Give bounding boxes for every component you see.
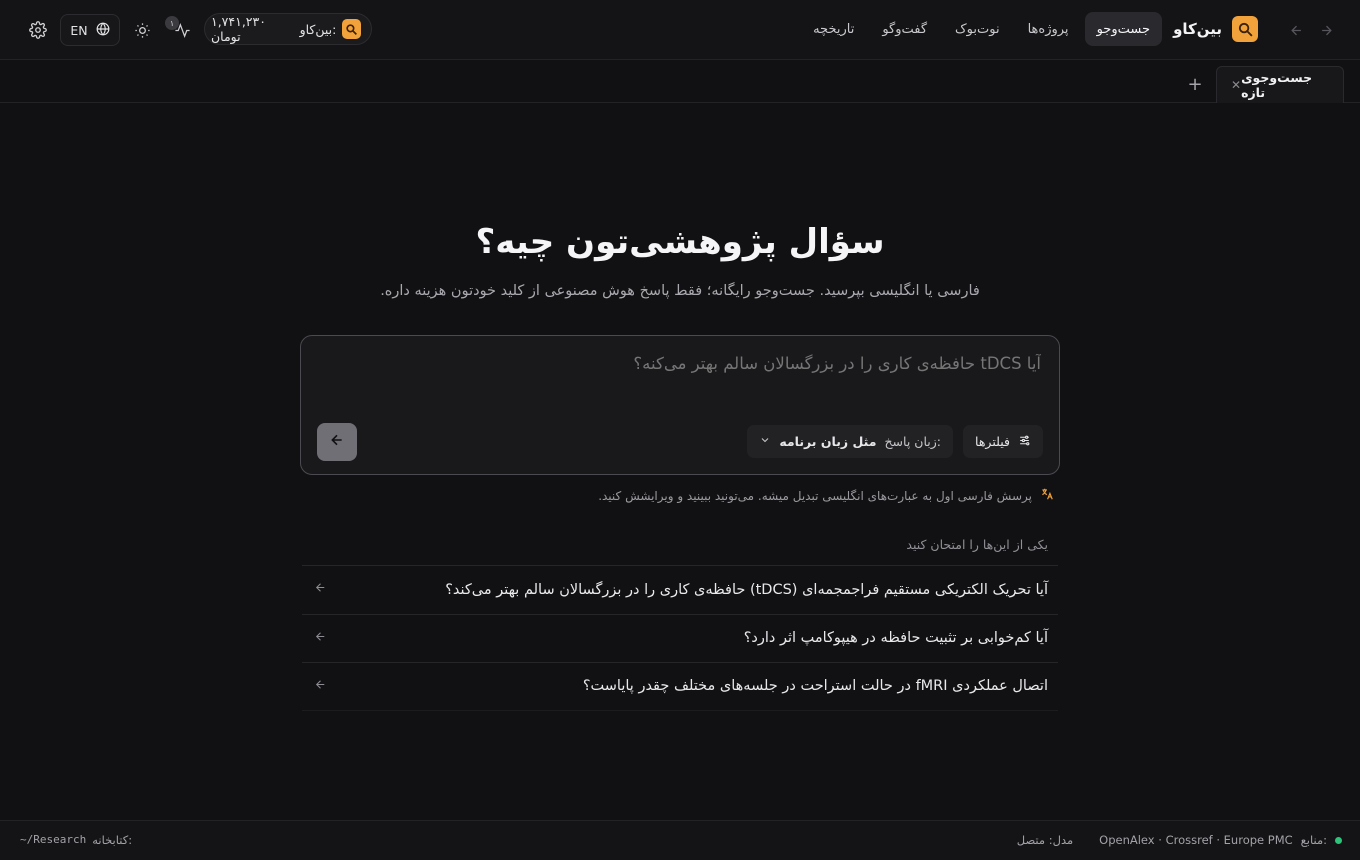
- globe-icon: [96, 22, 110, 39]
- brand[interactable]: بین‌کاو: [1173, 16, 1258, 42]
- nav-item-history[interactable]: تاریخچه: [801, 12, 866, 46]
- filters-button[interactable]: فیلترها: [963, 425, 1043, 458]
- answer-language-value: مثل زبان برنامه: [779, 434, 877, 449]
- top-bar: EN ۱ ۱,۷۴۱,۲۳۰ تومان بین‌کاو: جست‌وجو پر…: [0, 0, 1360, 60]
- translate-icon: [1040, 487, 1054, 504]
- arrow-left-icon: [314, 630, 327, 647]
- nav-item-search[interactable]: جست‌وجو: [1084, 12, 1162, 46]
- suggestion-item[interactable]: اتصال عملکردی fMRI در حالت استراحت در جل…: [302, 662, 1058, 711]
- page-title: سؤال پژوهشی‌تون چیه؟: [475, 222, 885, 262]
- suggestion-item[interactable]: آیا کم‌خوابی بر تثبیت حافظه در هیپوکامپ …: [302, 613, 1058, 663]
- status-sources: منابع: OpenAlex · Crossref · Europe PMC …: [1017, 833, 1342, 847]
- nav-item-projects[interactable]: پروژه‌ها: [1016, 12, 1081, 46]
- back-arrow-icon[interactable]: [1282, 16, 1310, 44]
- arrow-left-icon: [314, 678, 327, 695]
- filters-label: فیلترها: [975, 434, 1010, 449]
- sun-icon[interactable]: [128, 16, 156, 44]
- sources-value: OpenAlex · Crossref · Europe PMC: [1099, 833, 1293, 847]
- search-box: فیلترها زبان پاسخ: مثل زبان برنامه: [300, 335, 1060, 475]
- balance-pill[interactable]: ۱,۷۴۱,۲۳۰ تومان بین‌کاو:: [204, 13, 372, 45]
- sources-label: منابع:: [1300, 833, 1327, 847]
- suggestion-text: آیا تحریک الکتریکی مستقیم فراجمجمه‌ای (t…: [445, 581, 1048, 598]
- arrow-left-icon: [329, 432, 345, 452]
- sliders-icon: [1018, 434, 1031, 450]
- nav-item-chat[interactable]: گفت‌وگو: [870, 12, 939, 46]
- nav-item-notebook[interactable]: نوت‌بوک: [943, 12, 1012, 46]
- tab-new-search[interactable]: جست‌وجوی تازه ✕: [1216, 66, 1344, 103]
- arrow-left-icon: [314, 581, 327, 598]
- answer-language-select[interactable]: زبان پاسخ: مثل زبان برنامه: [747, 425, 953, 458]
- hint-text: پرسش فارسی اول به عبارت‌های انگلیسی تبدی…: [598, 488, 1032, 503]
- magnifier-logo-icon: [1232, 16, 1258, 42]
- balance-value: ۱,۷۴۱,۲۳۰ تومان: [211, 14, 266, 44]
- suggestion-text: اتصال عملکردی fMRI در حالت استراحت در جل…: [582, 678, 1048, 695]
- activity-count-badge: ۱: [165, 16, 179, 30]
- close-icon[interactable]: ✕: [1231, 78, 1241, 92]
- status-bar: منابع: OpenAlex · Crossref · Europe PMC …: [0, 820, 1360, 860]
- library-label: کتابخانه:: [92, 833, 133, 847]
- settings-icon[interactable]: [24, 16, 52, 44]
- suggestions-list: آیا تحریک الکتریکی مستقیم فراجمجمه‌ای (t…: [302, 565, 1058, 711]
- language-label: EN: [70, 22, 88, 38]
- main-nav: جست‌وجو پروژه‌ها نوت‌بوک گفت‌وگو تاریخچه: [801, 12, 1162, 46]
- suggestions-title: یکی از این‌ها را امتحان کنید: [906, 537, 1048, 552]
- library-path: ~/Research: [20, 833, 87, 846]
- forward-arrow-icon[interactable]: [1312, 16, 1340, 44]
- page-subtitle: فارسی یا انگلیسی بپرسید. جست‌وجو رایگانه…: [380, 283, 980, 299]
- balance-prefix: بین‌کاو:: [299, 21, 337, 37]
- suggestion-text: آیا کم‌خوابی بر تثبیت حافظه در هیپوکامپ …: [743, 630, 1048, 647]
- answer-language-label: زبان پاسخ:: [884, 434, 941, 449]
- magnifier-logo-icon: [342, 19, 361, 39]
- brand-name: بین‌کاو: [1173, 20, 1222, 38]
- status-dot: [1335, 836, 1342, 844]
- model-status: مدل: متصل: [1016, 833, 1074, 847]
- submit-button[interactable]: [317, 423, 357, 461]
- search-input[interactable]: [341, 354, 1041, 373]
- suggestion-item[interactable]: آیا تحریک الکتریکی مستقیم فراجمجمه‌ای (t…: [302, 565, 1058, 614]
- language-toggle-button[interactable]: EN: [60, 14, 120, 46]
- chevron-down-icon: [759, 434, 771, 449]
- add-tab-button[interactable]: +: [1184, 73, 1206, 95]
- tab-label: جست‌وجوی تازه: [1241, 70, 1313, 100]
- translation-hint: پرسش فارسی اول به عبارت‌های انگلیسی تبدی…: [598, 487, 1054, 504]
- library-info[interactable]: کتابخانه: ~/Research: [20, 833, 132, 847]
- tab-bar: جست‌وجوی تازه ✕: [0, 60, 1360, 103]
